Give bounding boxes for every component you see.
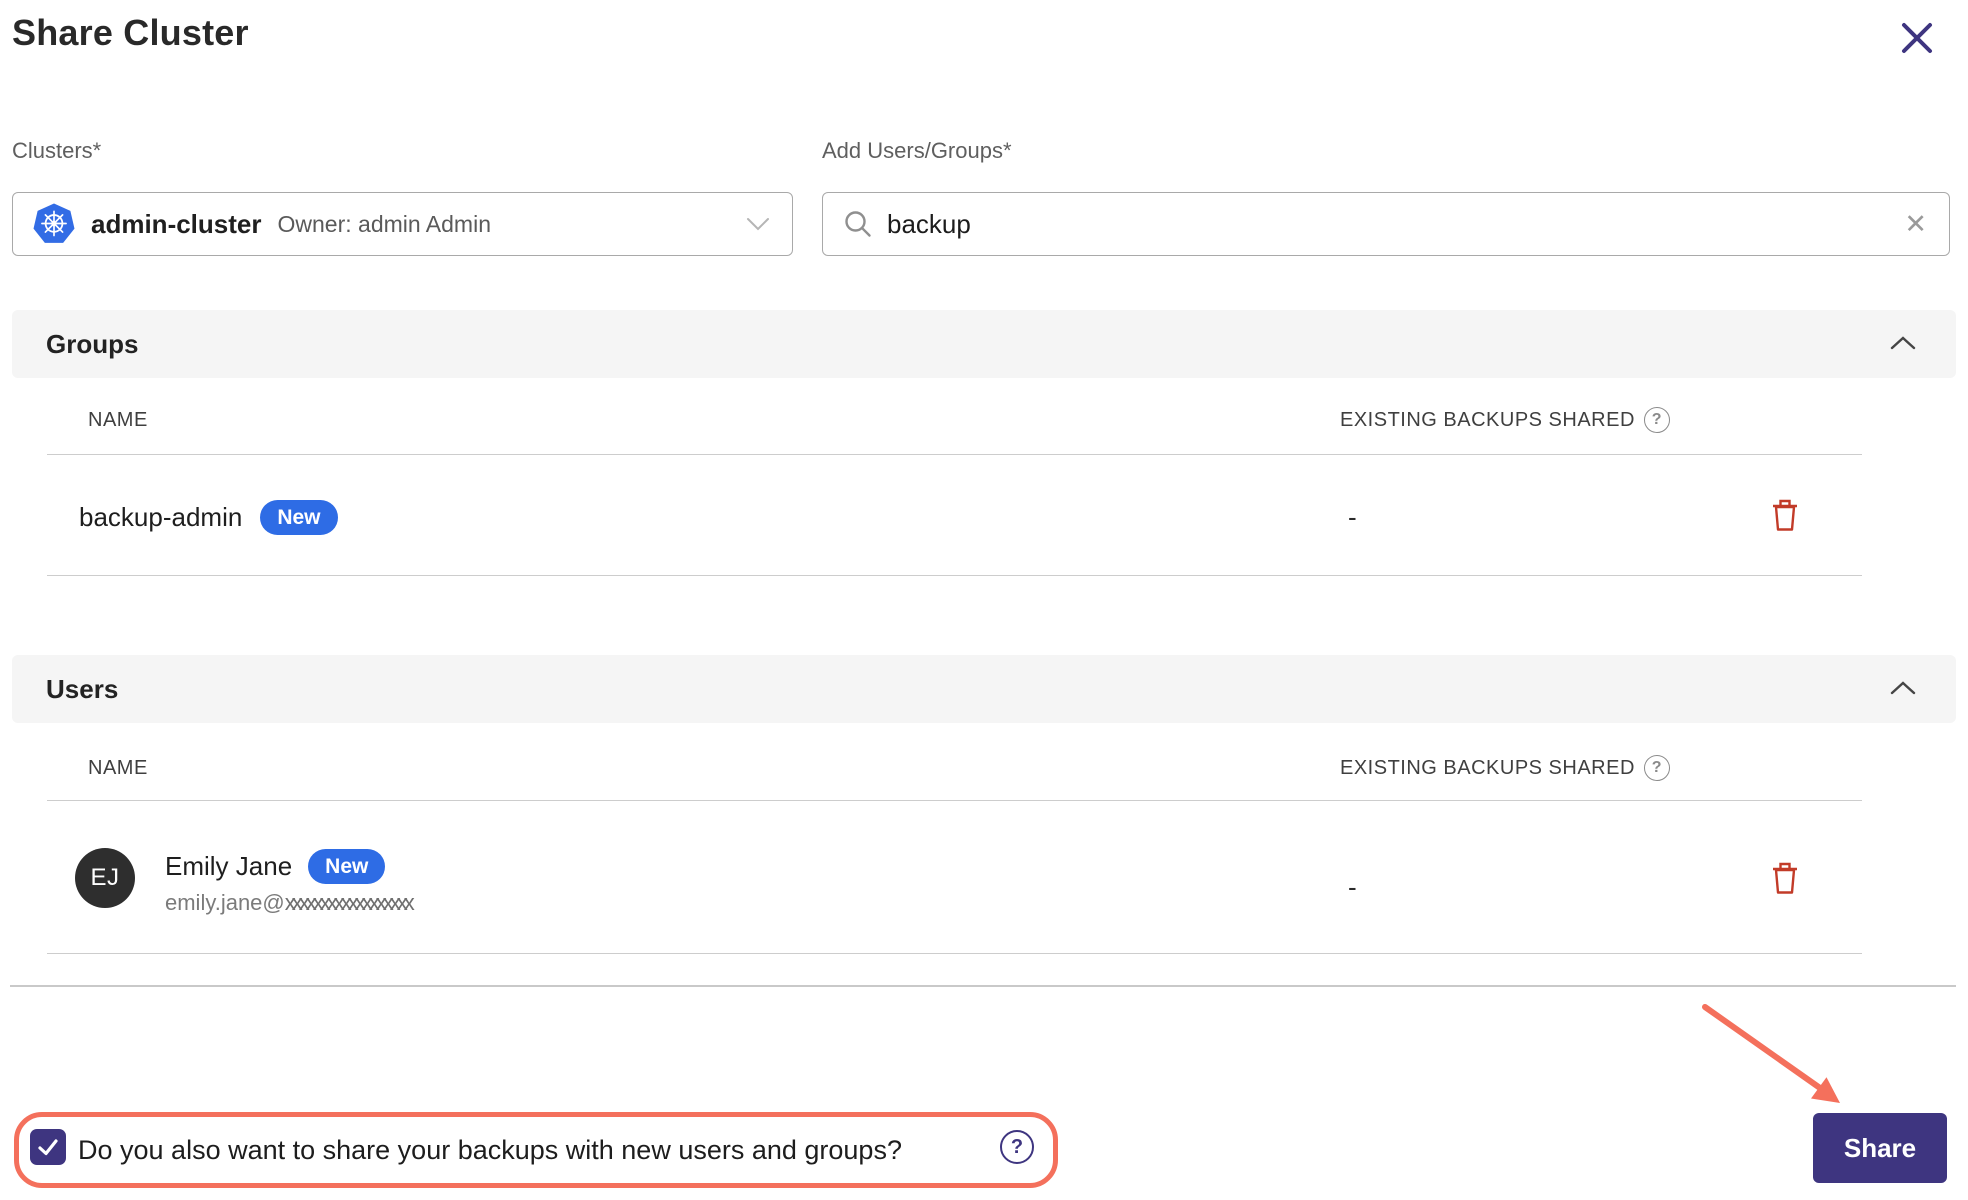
group-backups-shared-value: - bbox=[1348, 502, 1357, 532]
remove-user-button[interactable] bbox=[1768, 860, 1802, 898]
checkmark-icon bbox=[38, 1139, 58, 1156]
help-icon[interactable]: ? bbox=[1643, 407, 1670, 433]
users-collapse-button[interactable] bbox=[1890, 679, 1916, 699]
user-row: Emily Jane New bbox=[165, 846, 386, 886]
groups-backups-header-label: EXISTING BACKUPS SHARED bbox=[1340, 408, 1635, 431]
users-section-title: Users bbox=[46, 673, 119, 704]
page-title: Share Cluster bbox=[12, 12, 249, 53]
groups-collapse-button[interactable] bbox=[1890, 334, 1916, 354]
clear-search-button[interactable]: ✕ bbox=[1892, 209, 1939, 240]
divider bbox=[47, 575, 1862, 576]
users-section-header: Users bbox=[12, 655, 1956, 723]
add-users-groups-label: Add Users/Groups* bbox=[822, 138, 1012, 163]
share-backups-question: Do you also want to share your backups w… bbox=[78, 1135, 902, 1165]
kubernetes-icon bbox=[33, 203, 75, 245]
clusters-label: Clusters* bbox=[12, 138, 102, 163]
group-name: backup-admin bbox=[79, 501, 243, 532]
user-name: Emily Jane bbox=[165, 850, 293, 881]
new-badge: New bbox=[308, 848, 386, 884]
groups-section-header: Groups bbox=[12, 310, 1956, 378]
user-backups-shared-value: - bbox=[1348, 872, 1357, 902]
chevron-up-icon bbox=[1890, 335, 1916, 349]
search-icon bbox=[845, 211, 871, 237]
remove-group-button[interactable] bbox=[1768, 497, 1802, 535]
chevron-up-icon bbox=[1890, 680, 1916, 694]
groups-section-title: Groups bbox=[46, 328, 139, 359]
help-icon[interactable]: ? bbox=[1000, 1130, 1034, 1164]
close-button[interactable] bbox=[1896, 18, 1938, 60]
footer-divider bbox=[10, 985, 1956, 987]
avatar: EJ bbox=[75, 848, 135, 908]
cluster-owner: Owner: admin Admin bbox=[277, 210, 491, 237]
users-name-column-header: NAME bbox=[88, 757, 148, 779]
users-backups-column-header: EXISTING BACKUPS SHARED ? bbox=[1340, 751, 1670, 785]
chevron-down-icon bbox=[747, 218, 769, 231]
user-email-prefix: emily.jane@ bbox=[165, 890, 285, 915]
close-icon bbox=[1902, 22, 1932, 53]
users-backups-header-label: EXISTING BACKUPS SHARED bbox=[1340, 756, 1635, 779]
trash-icon bbox=[1773, 499, 1797, 531]
group-row: backup-admin New bbox=[79, 492, 338, 542]
user-email: emily.jane@xxxxxxxxxxxxxxxxxx bbox=[165, 890, 415, 916]
cluster-select[interactable]: admin-cluster Owner: admin Admin bbox=[12, 192, 793, 256]
divider bbox=[47, 454, 1862, 455]
user-email-redacted: xxxxxxxxxxxxxxxxxx bbox=[284, 890, 415, 915]
new-badge: New bbox=[260, 499, 338, 535]
groups-backups-column-header: EXISTING BACKUPS SHARED ? bbox=[1340, 403, 1670, 437]
cluster-name: admin-cluster bbox=[91, 208, 262, 239]
annotation-arrow bbox=[1702, 1004, 1840, 1103]
search-input[interactable] bbox=[887, 208, 1893, 240]
share-backups-checkbox[interactable] bbox=[30, 1129, 66, 1165]
share-button[interactable]: Share bbox=[1813, 1113, 1947, 1183]
trash-icon bbox=[1773, 862, 1797, 894]
divider bbox=[47, 800, 1862, 801]
user-group-search-box: ✕ bbox=[822, 192, 1950, 256]
groups-name-column-header: NAME bbox=[88, 409, 148, 431]
help-icon[interactable]: ? bbox=[1643, 755, 1670, 781]
divider bbox=[47, 953, 1862, 954]
share-cluster-dialog: Share Cluster Clusters* Add Users/Groups… bbox=[0, 0, 1968, 1200]
